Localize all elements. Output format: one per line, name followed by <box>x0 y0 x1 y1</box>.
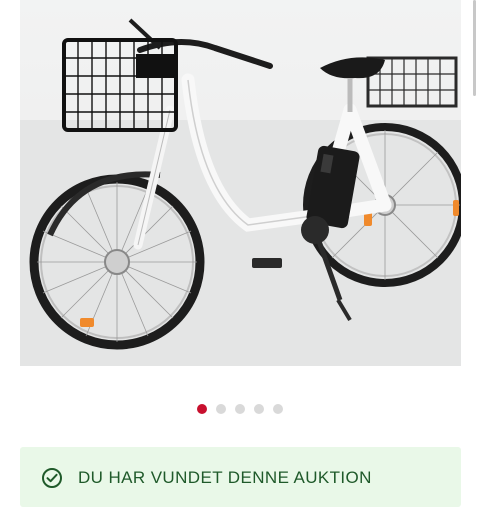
check-circle-icon <box>42 468 62 488</box>
gallery-dot[interactable] <box>273 404 283 414</box>
gallery-dot[interactable] <box>216 404 226 414</box>
bicycle-image <box>20 18 461 366</box>
gallery-dot[interactable] <box>235 404 245 414</box>
auction-won-banner: DU HAR VUNDET DENNE AUKTION <box>20 447 461 507</box>
gallery-pagination <box>0 404 480 414</box>
product-photo[interactable] <box>20 0 461 366</box>
page-scrollbar[interactable] <box>473 0 476 96</box>
gallery-dot[interactable] <box>197 404 207 414</box>
auction-won-text: DU HAR VUNDET DENNE AUKTION <box>78 468 372 487</box>
gallery-dot[interactable] <box>254 404 264 414</box>
